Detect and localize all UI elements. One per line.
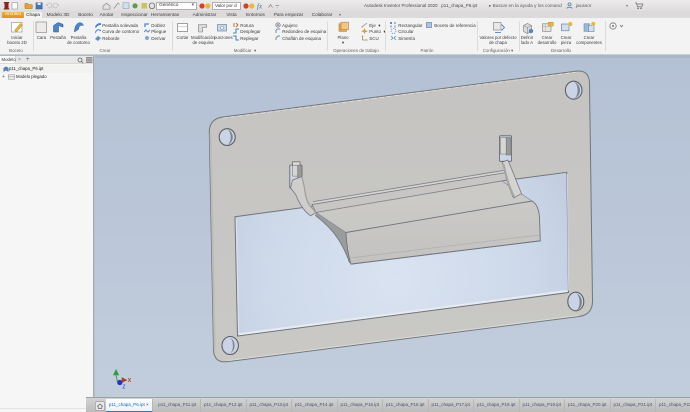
svg-text:Z: Z: [122, 384, 125, 390]
svg-text:fx: fx: [257, 2, 263, 10]
